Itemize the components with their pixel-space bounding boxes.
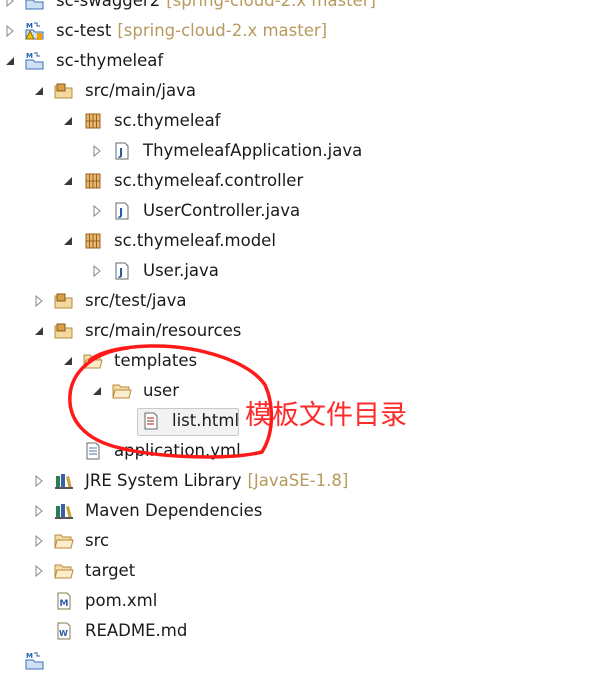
collapsed-arrow-icon[interactable]	[33, 556, 45, 586]
source-folder-icon	[54, 321, 74, 341]
tree-item-label: src/main/java	[85, 81, 197, 100]
project-icon: M	[25, 51, 45, 71]
package-icon	[83, 231, 103, 251]
tree-item-label: user	[143, 381, 179, 400]
text-file-icon	[83, 441, 103, 461]
tree-item-label: pom.xml	[85, 591, 158, 610]
tree-item-label: UserController.java	[143, 201, 301, 220]
tree-item-label: src/test/java	[85, 291, 187, 310]
svg-text:M: M	[26, 652, 33, 660]
collapsed-arrow-icon[interactable]	[33, 466, 45, 496]
source-folder-icon	[54, 81, 74, 101]
collapsed-arrow-icon[interactable]	[91, 256, 103, 286]
tree-item-decoration: [spring-cloud-2.x master]	[117, 21, 328, 40]
project-icon: M	[25, 651, 45, 671]
tree-item-label: User.java	[143, 261, 219, 280]
tree-item-text: JRE System Library [JavaSE-1.8]	[85, 466, 348, 496]
tree-item-label: sc-test	[56, 21, 112, 40]
collapsed-arrow-icon[interactable]	[33, 496, 45, 526]
java-file-icon: J	[112, 141, 132, 161]
tree-item-label: templates	[114, 351, 198, 370]
word-file-icon: W	[54, 621, 74, 641]
collapsed-arrow-icon[interactable]	[4, 16, 16, 46]
expanded-arrow-icon[interactable]	[91, 376, 103, 406]
tree-item-label: README.md	[85, 621, 188, 640]
tree-item-label: sc-thymeleaf	[56, 51, 164, 70]
expanded-arrow-icon[interactable]	[62, 166, 74, 196]
package-icon	[83, 111, 103, 131]
maven-file-icon: M	[54, 591, 74, 611]
html-file-icon	[141, 411, 161, 431]
svg-text:M: M	[60, 599, 69, 609]
collapsed-arrow-icon[interactable]	[33, 526, 45, 556]
expanded-arrow-icon[interactable]	[33, 316, 45, 346]
tree-item-label: sc.thymeleaf.controller	[114, 171, 304, 190]
tree-item-label: sc-swagger2	[56, 0, 161, 10]
svg-text:J: J	[118, 266, 123, 279]
tree-item-label: JRE System Library	[85, 471, 242, 490]
folder-icon	[54, 531, 74, 551]
tree-item-label: list.html	[172, 411, 240, 430]
folder-icon	[83, 351, 103, 371]
tree-item-label: target	[85, 561, 136, 580]
tree-item-decoration: [JavaSE-1.8]	[247, 471, 349, 490]
tree-item-text: sc-test [spring-cloud-2.x master]	[56, 16, 327, 46]
folder-icon	[54, 561, 74, 581]
tree-item-label: sc.thymeleaf	[114, 111, 221, 130]
svg-text:M: M	[26, 52, 33, 60]
tree-item-decoration: [spring-cloud-2.x master]	[166, 0, 376, 10]
expanded-arrow-icon[interactable]	[4, 46, 16, 76]
expanded-arrow-icon[interactable]	[33, 76, 45, 106]
expanded-arrow-icon[interactable]	[62, 106, 74, 136]
collapsed-arrow-icon[interactable]	[4, 0, 16, 16]
collapsed-arrow-icon[interactable]	[91, 136, 103, 166]
source-folder-icon	[54, 291, 74, 311]
folder-icon	[112, 381, 132, 401]
project-warning-icon: M	[25, 21, 45, 41]
tree-item-label: application.yml	[114, 441, 241, 460]
svg-text:J: J	[118, 146, 123, 159]
java-file-icon: J	[112, 201, 132, 221]
tree-item-label: src/main/resources	[85, 321, 242, 340]
collapsed-arrow-icon[interactable]	[91, 196, 103, 226]
collapsed-arrow-icon[interactable]	[33, 286, 45, 316]
package-icon	[83, 171, 103, 191]
annotation-text: 模板文件目录	[245, 400, 407, 431]
tree-item-label: sc.thymeleaf.model	[114, 231, 276, 250]
library-icon	[54, 471, 74, 491]
project-icon: M	[25, 0, 45, 11]
expanded-arrow-icon[interactable]	[62, 226, 74, 256]
tree-item-text: sc-swagger2 [spring-cloud-2.x master]	[56, 0, 376, 16]
expanded-arrow-icon[interactable]	[62, 346, 74, 376]
tree-item-label: Maven Dependencies	[85, 501, 263, 520]
tree-item-label: src	[85, 531, 110, 550]
java-file-icon: J	[112, 261, 132, 281]
svg-text:J: J	[118, 206, 123, 219]
library-icon	[54, 501, 74, 521]
svg-text:W: W	[59, 629, 68, 638]
tree-item-label: ThymeleafApplication.java	[143, 141, 363, 160]
svg-text:M: M	[26, 22, 33, 30]
